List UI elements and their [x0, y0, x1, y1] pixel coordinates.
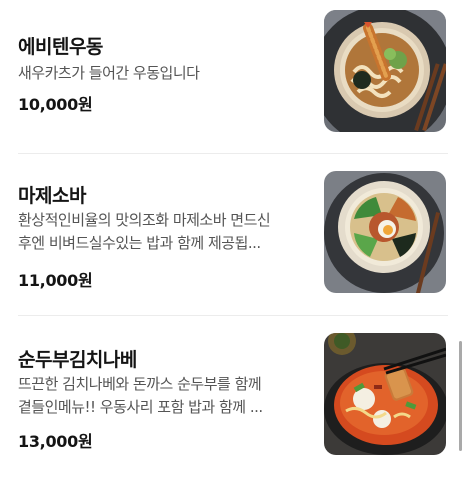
menu-item-description: 뜨끈한 김치나베와 돈까스 순두부를 함께 곁들인메뉴!! 우동사리 포함 밥과… — [18, 373, 306, 419]
menu-item-price: 13,000원 — [18, 432, 93, 451]
menu-list: 에비텐우동 새우카츠가 들어간 우동입니다 10,000원 마제소바 환상적인비… — [0, 0, 466, 477]
menu-item-description-line: 곁들인메뉴!! 우동사리 포함 밥과 함께 ... — [18, 398, 263, 416]
menu-item-name: 마제소바 — [18, 185, 86, 207]
menu-item-description: 새우카츠가 들어간 우동입니다 — [18, 62, 306, 85]
menu-item-name: 순두부김치나베 — [18, 349, 137, 371]
menu-item-sundubu-kimchi-nabe[interactable]: 순두부김치나베 뜨끈한 김치나베와 돈까스 순두부를 함께 곁들인메뉴!! 우동… — [18, 333, 448, 459]
menu-item-description-line: 뜨끈한 김치나베와 돈까스 순두부를 함께 — [18, 375, 262, 393]
menu-item-mazesoba[interactable]: 마제소바 환상적인비율의 맛의조화 마제소바 면드신 후엔 비벼드실수있는 밥과… — [18, 171, 448, 297]
menu-item-price: 11,000원 — [18, 271, 93, 290]
menu-item-ebiten-udon[interactable]: 에비텐우동 새우카츠가 들어간 우동입니다 10,000원 — [18, 8, 448, 134]
menu-item-description: 환상적인비율의 맛의조화 마제소바 면드신 후엔 비벼드실수있는 밥과 함께 제… — [18, 209, 306, 255]
sundubu-kimchi-nabe-photo[interactable] — [324, 333, 446, 455]
menu-divider — [18, 153, 448, 154]
menu-item-name: 에비텐우동 — [18, 36, 103, 58]
menu-item-description-line: 후엔 비벼드실수있는 밥과 함께 제공됩... — [18, 234, 261, 252]
scrollbar[interactable] — [459, 341, 462, 451]
menu-item-description-line: 새우카츠가 들어간 우동입니다 — [18, 64, 200, 82]
menu-item-description-line: 환상적인비율의 맛의조화 마제소바 면드신 — [18, 211, 271, 229]
menu-item-price: 10,000원 — [18, 95, 93, 114]
menu-divider — [18, 315, 448, 316]
shrimp-tempura-udon-photo[interactable] — [324, 10, 446, 132]
mazesoba-photo[interactable] — [324, 171, 446, 293]
